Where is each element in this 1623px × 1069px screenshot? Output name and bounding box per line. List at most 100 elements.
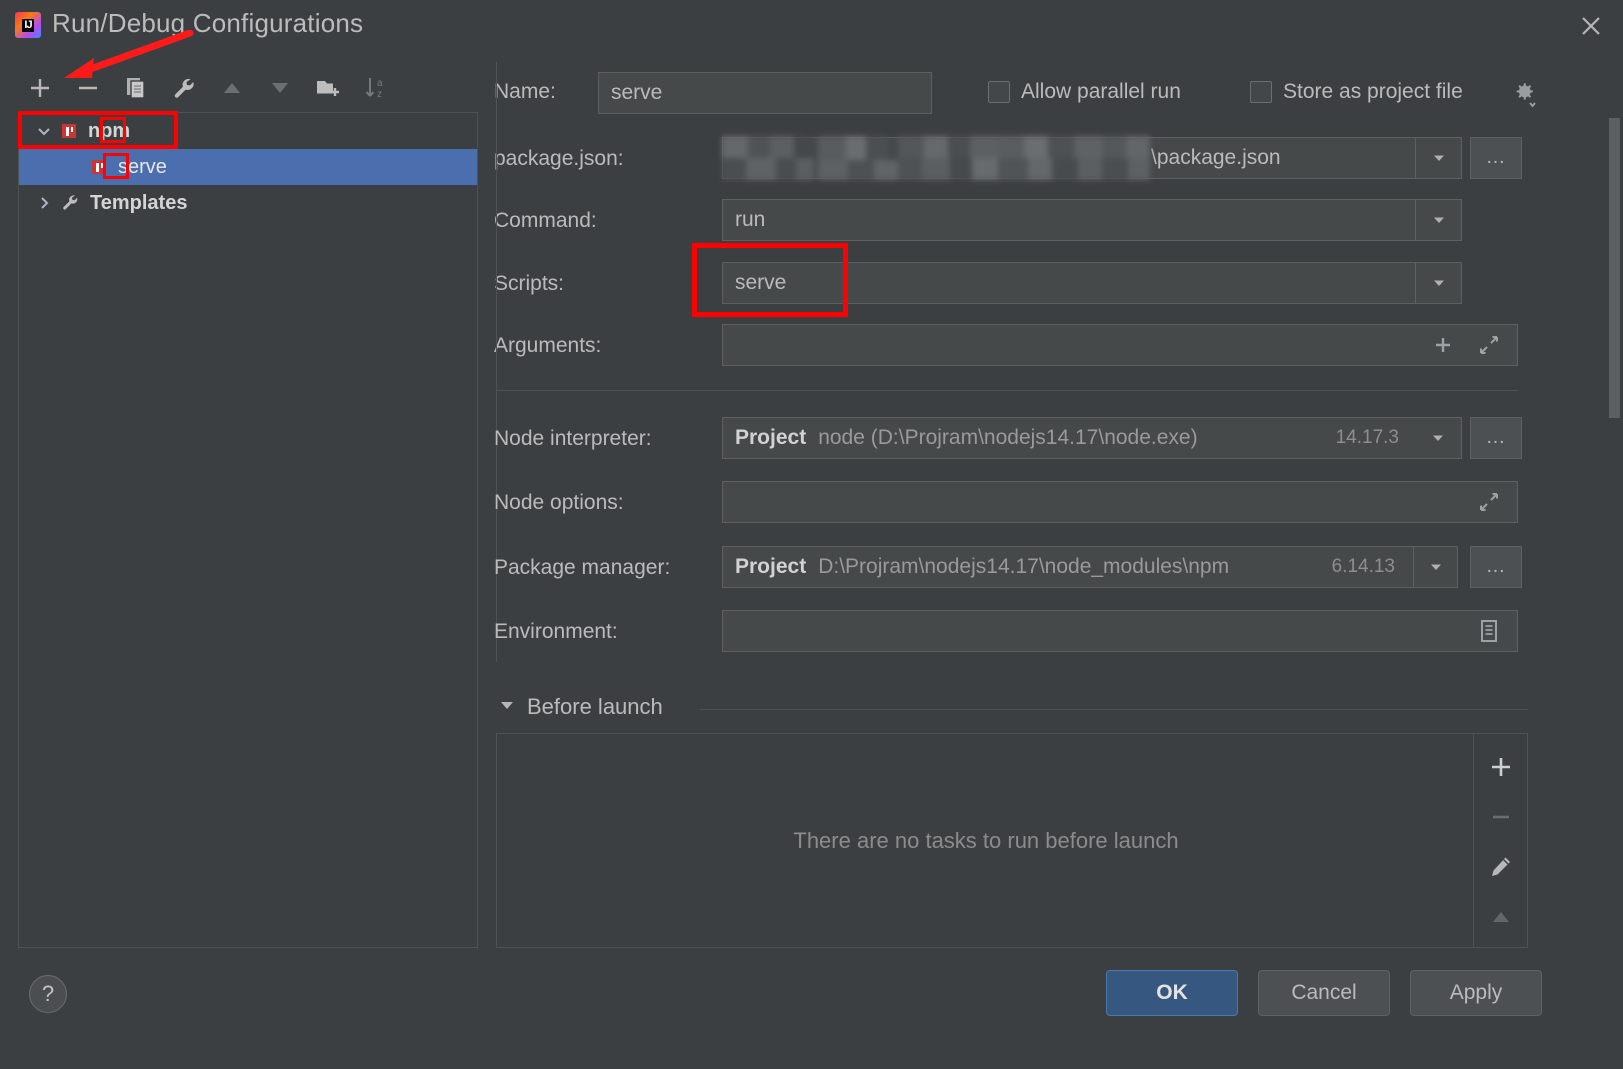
move-up-button[interactable] [210,68,254,108]
move-down-button[interactable] [258,68,302,108]
command-label: Command: [494,209,597,232]
expand-diagonal-icon[interactable] [1467,325,1511,365]
name-input[interactable]: serve [598,72,932,114]
package-manager-combo[interactable]: Project D:\Projram\nodejs14.17\node_modu… [722,546,1458,588]
environment-label: Environment: [494,620,618,643]
plus-icon[interactable] [1421,325,1465,365]
chevron-down-icon[interactable] [1423,418,1453,458]
folder-add-icon [317,81,339,96]
page-title: Run/Debug Configurations [52,8,364,38]
copy-configuration-button[interactable] [114,68,158,108]
before-launch-separator [700,709,1528,710]
node-options-input[interactable] [722,481,1518,523]
configurations-tree[interactable]: npm serve Templates [18,112,478,948]
tree-node-templates[interactable]: Templates [19,185,477,221]
node-interpreter-version: 14.17.3 [1335,427,1399,448]
store-as-project-file-checkbox[interactable]: Store as project file [1250,80,1463,104]
apply-label: Apply [1449,981,1503,1004]
minus-icon [79,86,97,90]
package-json-label: package.json: [494,147,624,170]
chevron-down-icon[interactable] [29,122,59,140]
expand-diagonal-icon[interactable] [1467,482,1511,522]
scrollbar-thumb[interactable] [1609,118,1620,418]
remove-task-button[interactable] [1476,792,1526,842]
remove-configuration-button[interactable] [66,68,110,108]
chevron-down-icon[interactable] [1415,263,1461,303]
plus-icon [1491,758,1510,776]
triangle-down-icon[interactable] [498,696,516,719]
chevron-right-icon[interactable] [29,194,59,212]
environment-list-icon[interactable] [1467,611,1511,651]
ok-label: OK [1156,981,1188,1004]
command-value: run [735,208,766,231]
before-launch-header[interactable]: Before launch [498,694,663,720]
allow-parallel-run-label: Allow parallel run [1021,80,1181,103]
scripts-value: serve [735,271,787,294]
package-json-censored-path [722,134,1150,182]
node-interpreter-value: node (D:\Projram\nodejs14.17\node.exe) [818,426,1198,449]
package-manager-label: Package manager: [494,556,671,579]
apply-button[interactable]: Apply [1410,970,1542,1016]
edit-templates-button[interactable] [162,68,206,108]
edit-task-button[interactable] [1476,842,1526,892]
chevron-down-icon[interactable] [1415,138,1461,178]
scripts-label: Scripts: [494,272,565,295]
browse-ellipsis-icon: ... [1486,427,1506,448]
gear-dropdown-icon[interactable] [1511,80,1539,108]
command-combo[interactable]: run [722,199,1462,241]
arrow-up-icon [224,83,240,93]
chevron-down-icon[interactable] [1415,200,1461,240]
name-input-value: serve [611,81,663,104]
add-configuration-button[interactable] [18,68,62,108]
before-launch-task-list[interactable]: There are no tasks to run before launch [496,733,1528,948]
close-icon[interactable] [1571,6,1611,46]
tree-node-label: npm [88,119,131,142]
form-separator [496,390,1518,391]
copy-icon [127,78,145,99]
package-manager-value: D:\Projram\nodejs14.17\node_modules\npm [818,555,1230,578]
scripts-combo[interactable]: serve [722,262,1462,304]
name-label: Name: [494,80,556,103]
package-manager-browse-button[interactable]: ... [1470,546,1522,588]
cancel-label: Cancel [1291,981,1357,1004]
before-launch-empty-text: There are no tasks to run before launch [793,827,1179,853]
checkbox-box [988,81,1010,103]
npm-icon [89,157,109,177]
new-folder-button[interactable] [306,68,350,108]
vertical-scrollbar[interactable] [1608,118,1621,948]
checkbox-box [1250,81,1272,103]
ok-button[interactable]: OK [1106,970,1238,1016]
move-task-up-button[interactable] [1476,892,1526,942]
add-task-button[interactable] [1476,742,1526,792]
environment-input[interactable] [722,610,1518,652]
npm-icon [59,121,79,141]
arguments-input[interactable] [722,324,1518,366]
configurations-toolbar: a z [18,65,478,111]
allow-parallel-run-checkbox[interactable]: Allow parallel run [988,80,1181,104]
tree-node-serve[interactable]: serve [19,149,477,185]
svg-text:z: z [377,89,382,100]
plus-icon [31,79,49,97]
arrow-up-icon [1492,912,1509,922]
node-interpreter-combo[interactable]: Project node (D:\Projram\nodejs14.17\nod… [722,417,1462,459]
arguments-label: Arguments: [494,334,602,357]
tree-node-label: Templates [90,191,188,214]
sort-az-icon: a z [365,78,383,100]
sort-alphabetically-button[interactable]: a z [354,68,398,108]
run-debug-configurations-dialog: IJ Run/Debug Configurations a z npm serv… [0,0,1623,1069]
tree-node-npm[interactable]: npm [19,113,477,149]
cancel-button[interactable]: Cancel [1258,970,1390,1016]
package-json-browse-button[interactable]: ... [1470,137,1522,179]
node-options-label: Node options: [494,491,624,514]
minus-icon [1492,815,1509,819]
chevron-down-icon[interactable] [1413,547,1457,587]
package-manager-version: 6.14.13 [1331,556,1395,577]
package-manager-scope: Project [735,555,807,578]
logo-text: IJ [22,18,34,32]
intellij-idea-logo-icon: IJ [15,12,41,38]
node-interpreter-browse-button[interactable]: ... [1470,417,1522,459]
store-as-project-file-label: Store as project file [1283,80,1463,103]
package-json-value: \package.json [1151,146,1281,169]
help-question-icon[interactable]: ? [29,975,67,1013]
wrench-icon [174,78,194,98]
